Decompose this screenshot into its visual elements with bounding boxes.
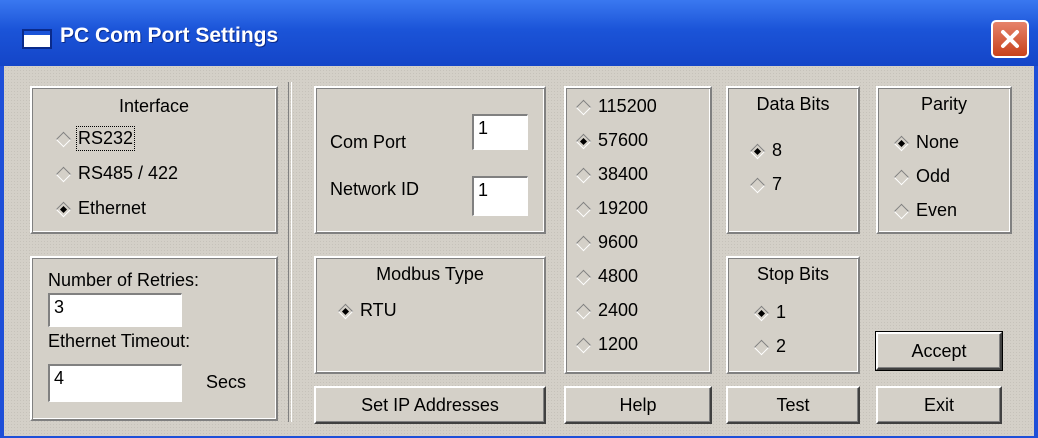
- baud-label: 4800: [598, 266, 639, 286]
- test-button[interactable]: Test: [726, 386, 860, 424]
- set-ip-addresses-button[interactable]: Set IP Addresses: [314, 386, 546, 424]
- radio-indicator: [894, 204, 908, 218]
- radio-rtu[interactable]: RTU: [338, 300, 397, 321]
- dialog-client-area: Interface RS232 RS485 / 422 Ethernet Num…: [4, 66, 1034, 436]
- baud-label: 2400: [598, 300, 639, 320]
- interface-group: Interface RS232 RS485 / 422 Ethernet: [30, 86, 278, 234]
- timeout-label: Ethernet Timeout:: [48, 331, 191, 351]
- title-bar[interactable]: PC Com Port Settings: [0, 0, 1038, 66]
- radio-data-bits-7[interactable]: 7: [750, 174, 782, 195]
- radio-baud-4800[interactable]: 4800: [576, 266, 638, 287]
- stop-bits-title: Stop Bits: [756, 264, 830, 284]
- radio-indicator: [576, 304, 590, 318]
- window-title: PC Com Port Settings: [60, 24, 279, 47]
- network-id-input[interactable]: 1: [472, 176, 528, 216]
- window-icon: [22, 29, 52, 49]
- radio-parity-even[interactable]: Even: [894, 200, 957, 221]
- radio-indicator: [754, 340, 768, 354]
- baud-label: 1200: [598, 334, 639, 354]
- baud-label: 19200: [598, 198, 649, 218]
- radio-stop-bits-1[interactable]: 1: [754, 302, 786, 323]
- stop-bits-group: Stop Bits 1 2: [726, 256, 860, 374]
- radio-indicator-selected: [754, 306, 768, 320]
- radio-baud-57600[interactable]: 57600: [576, 130, 648, 151]
- parity-label: None: [916, 132, 960, 152]
- radio-label-ethernet: Ethernet: [78, 198, 147, 218]
- data-bits-label: 8: [772, 140, 783, 160]
- radio-indicator: [56, 132, 70, 146]
- com-port-input[interactable]: 1: [472, 114, 528, 150]
- baud-rate-group: 115200 57600 38400 19200 9600 4800 2400 …: [564, 86, 712, 374]
- radio-indicator: [576, 270, 590, 284]
- radio-baud-9600[interactable]: 9600: [576, 232, 638, 253]
- parity-group: Parity None Odd Even: [876, 86, 1012, 234]
- radio-indicator: [576, 168, 590, 182]
- radio-parity-none[interactable]: None: [894, 132, 959, 153]
- radio-indicator-selected: [338, 304, 352, 318]
- interface-title: Interface: [118, 96, 190, 116]
- radio-indicator: [56, 167, 70, 181]
- timeout-unit: Secs: [206, 372, 247, 392]
- radio-indicator-selected: [56, 202, 70, 216]
- stop-bits-label: 1: [776, 302, 787, 322]
- radio-indicator: [576, 236, 590, 250]
- baud-label: 38400: [598, 164, 649, 184]
- radio-indicator-selected: [894, 136, 908, 150]
- accept-button[interactable]: Accept: [875, 331, 1003, 371]
- radio-baud-2400[interactable]: 2400: [576, 300, 638, 321]
- radio-rs485[interactable]: RS485 / 422: [56, 163, 178, 184]
- parity-title: Parity: [920, 94, 967, 114]
- parity-label: Odd: [916, 166, 951, 186]
- baud-label: 9600: [598, 232, 639, 252]
- radio-indicator: [750, 178, 764, 192]
- retries-input[interactable]: 3: [48, 293, 182, 327]
- vertical-separator: [288, 82, 292, 422]
- radio-baud-19200[interactable]: 19200: [576, 198, 648, 219]
- baud-label: 57600: [598, 130, 649, 150]
- close-icon: [1001, 30, 1019, 48]
- help-button[interactable]: Help: [564, 386, 712, 424]
- baud-label: 115200: [598, 96, 657, 116]
- timeout-input[interactable]: 4: [48, 364, 182, 402]
- radio-stop-bits-2[interactable]: 2: [754, 336, 786, 357]
- exit-button[interactable]: Exit: [876, 386, 1002, 424]
- radio-indicator: [576, 338, 590, 352]
- port-group: Com Port 1 Network ID 1: [314, 86, 546, 234]
- radio-label-rtu: RTU: [360, 300, 397, 320]
- radio-indicator-selected: [576, 134, 590, 148]
- com-port-label: Com Port: [330, 132, 407, 152]
- retries-label: Number of Retries:: [48, 270, 200, 290]
- radio-baud-115200[interactable]: 115200: [576, 96, 657, 117]
- radio-rs232[interactable]: RS232: [56, 126, 136, 151]
- data-bits-title: Data Bits: [756, 94, 830, 114]
- modbus-type-group: Modbus Type RTU: [314, 256, 546, 374]
- stop-bits-label: 2: [776, 336, 787, 356]
- radio-label-rs232: RS232: [75, 126, 136, 151]
- radio-ethernet[interactable]: Ethernet: [56, 198, 146, 219]
- network-id-label: Network ID: [330, 179, 420, 199]
- radio-parity-odd[interactable]: Odd: [894, 166, 950, 187]
- radio-indicator-selected: [750, 144, 764, 158]
- dialog-window: PC Com Port Settings Interface RS232 RS4…: [0, 0, 1038, 438]
- radio-label-rs485: RS485 / 422: [78, 163, 179, 183]
- close-button[interactable]: [991, 20, 1029, 58]
- radio-data-bits-8[interactable]: 8: [750, 140, 782, 161]
- radio-baud-38400[interactable]: 38400: [576, 164, 648, 185]
- radio-baud-1200[interactable]: 1200: [576, 334, 638, 355]
- data-bits-group: Data Bits 8 7: [726, 86, 860, 234]
- modbus-type-title: Modbus Type: [376, 264, 484, 284]
- radio-indicator: [576, 100, 590, 114]
- retries-group: Number of Retries: 3 Ethernet Timeout: 4…: [30, 256, 278, 421]
- radio-indicator: [894, 170, 908, 184]
- parity-label: Even: [916, 200, 958, 220]
- data-bits-label: 7: [772, 174, 783, 194]
- radio-indicator: [576, 202, 590, 216]
